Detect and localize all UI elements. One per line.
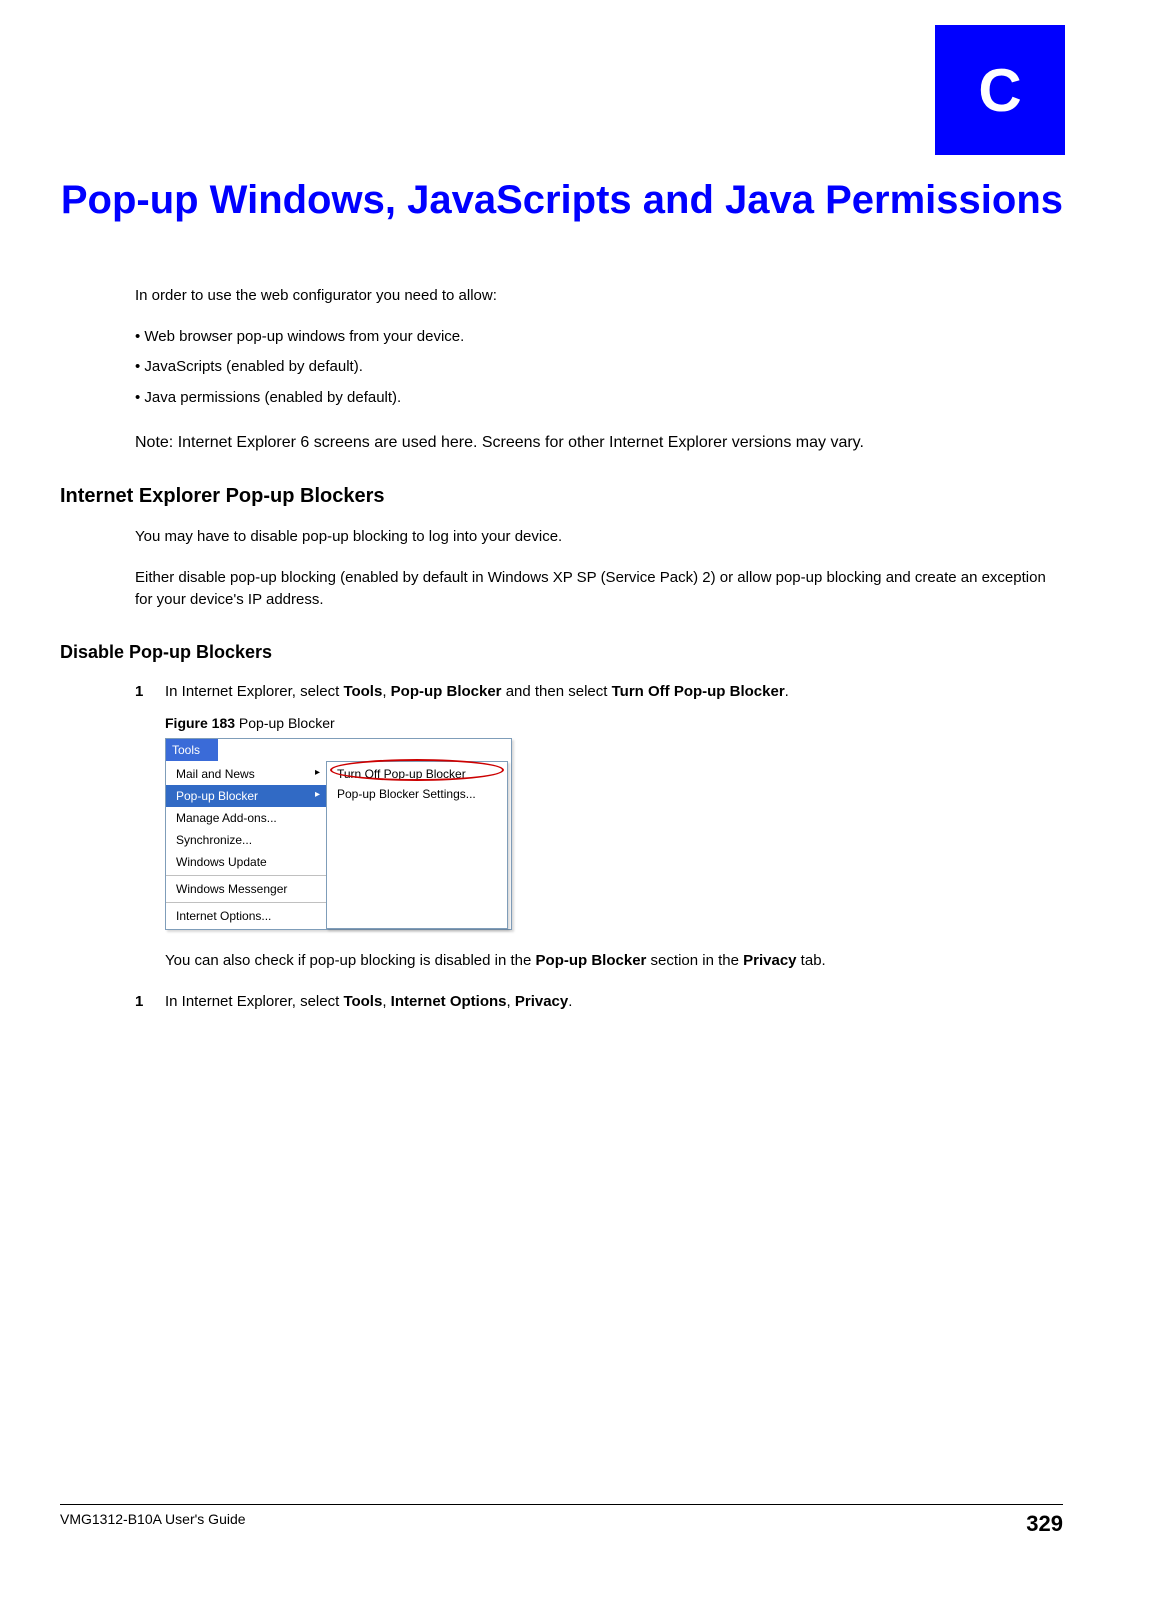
- after-fig-b1: Pop-up Blocker: [536, 952, 647, 969]
- section1-p1: You may have to disable pop-up blocking …: [135, 526, 1063, 549]
- tools-menu-screenshot: Tools Mail and News Pop-up Blocker Manag…: [165, 738, 512, 930]
- submenu-item-settings: Pop-up Blocker Settings...: [327, 784, 507, 804]
- submenu-item-turnoff: Turn Off Pop-up Blocker: [327, 764, 507, 784]
- figure-label: Figure 183: [165, 715, 235, 731]
- step-text: In Internet Explorer, select Tools, Pop-…: [165, 681, 789, 704]
- step2-b3: Privacy: [515, 993, 568, 1010]
- footer-page-number: 329: [1026, 1511, 1063, 1537]
- note-text: Note: Internet Explorer 6 screens are us…: [135, 431, 1063, 455]
- menu-item-addons: Manage Add-ons...: [166, 807, 326, 829]
- step-number: 1: [135, 991, 165, 1014]
- after-fig-mid: section in the: [646, 952, 743, 969]
- menu-title: Tools: [166, 739, 218, 761]
- section1-p2: Either disable pop-up blocking (enabled …: [135, 567, 1063, 612]
- after-fig-post: tab.: [797, 952, 826, 969]
- step1-mid2: and then select: [502, 683, 612, 700]
- menu-item-sync: Synchronize...: [166, 829, 326, 851]
- step2-b2: Internet Options: [391, 993, 507, 1010]
- step2-post: .: [568, 993, 572, 1010]
- step1-b1: Tools: [343, 683, 382, 700]
- after-figure-text: You can also check if pop-up blocking is…: [165, 950, 1063, 973]
- step1-b3: Turn Off Pop-up Blocker: [612, 683, 785, 700]
- appendix-letter: C: [978, 56, 1021, 125]
- step1-pre: In Internet Explorer, select: [165, 683, 343, 700]
- appendix-tab: C: [935, 25, 1065, 155]
- bullet-list: Web browser pop-up windows from your dev…: [135, 326, 1063, 410]
- step-text: In Internet Explorer, select Tools, Inte…: [165, 991, 572, 1014]
- appendix-label: APPENDIX: [935, 8, 1065, 25]
- chapter-title: Pop-up Windows, JavaScripts and Java Per…: [60, 175, 1063, 225]
- bullet-item: Java permissions (enabled by default).: [135, 387, 1063, 410]
- step-number: 1: [135, 681, 165, 704]
- step2-pre: In Internet Explorer, select: [165, 993, 343, 1010]
- intro-text: In order to use the web configurator you…: [135, 285, 1063, 308]
- step2-mid1: ,: [382, 993, 390, 1010]
- menu-item-messenger: Windows Messenger: [166, 875, 326, 900]
- bullet-item: JavaScripts (enabled by default).: [135, 356, 1063, 379]
- page-footer: VMG1312-B10A User's Guide 329: [60, 1504, 1063, 1537]
- menu-item-popup-blocker: Pop-up Blocker: [166, 785, 326, 807]
- step2-mid2: ,: [507, 993, 515, 1010]
- figure-caption: Figure 183 Pop-up Blocker: [165, 713, 1063, 734]
- bullet-item: Web browser pop-up windows from your dev…: [135, 326, 1063, 349]
- menu-column: Mail and News Pop-up Blocker Manage Add-…: [166, 761, 326, 929]
- section-heading-ie-popup: Internet Explorer Pop-up Blockers: [60, 485, 1063, 508]
- step1-mid1: ,: [382, 683, 390, 700]
- step2-b1: Tools: [343, 993, 382, 1010]
- step-row: 1 In Internet Explorer, select Tools, Po…: [135, 681, 1063, 704]
- after-fig-pre: You can also check if pop-up blocking is…: [165, 952, 536, 969]
- section-heading-disable: Disable Pop-up Blockers: [60, 642, 1063, 663]
- step1-b2: Pop-up Blocker: [391, 683, 502, 700]
- after-fig-b2: Privacy: [743, 952, 796, 969]
- menu-item-options: Internet Options...: [166, 902, 326, 927]
- submenu: Turn Off Pop-up Blocker Pop-up Blocker S…: [326, 761, 508, 929]
- step-row: 1 In Internet Explorer, select Tools, In…: [135, 991, 1063, 1014]
- menu-item-mail: Mail and News: [166, 763, 326, 785]
- figure-title: Pop-up Blocker: [235, 715, 335, 731]
- step1-post: .: [785, 683, 789, 700]
- footer-guide: VMG1312-B10A User's Guide: [60, 1511, 246, 1537]
- menu-item-update: Windows Update: [166, 851, 326, 873]
